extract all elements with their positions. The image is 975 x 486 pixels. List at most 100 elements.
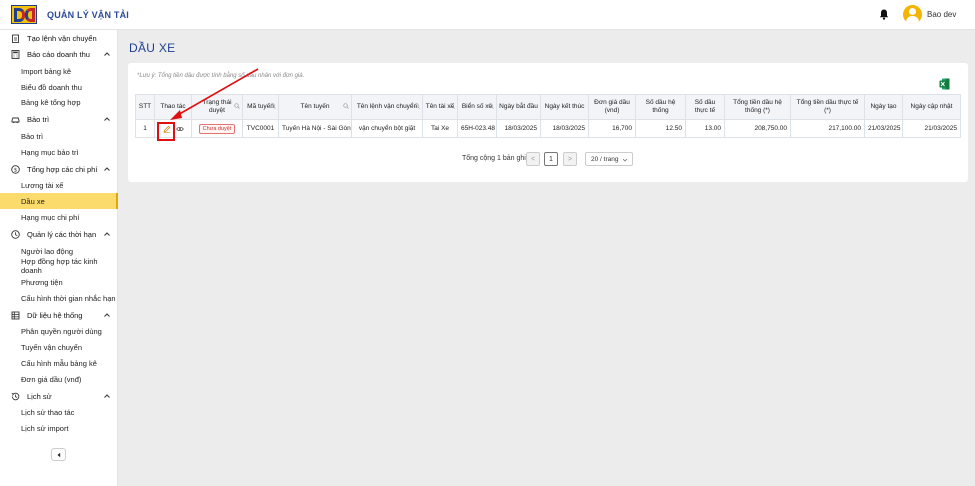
col-header-ngay-bat-dau: Ngày bắt đầu xyxy=(496,94,541,120)
sidebar-collapse-button[interactable] xyxy=(51,448,66,461)
chevron-up-icon xyxy=(104,117,110,121)
col-header-tong-thuc-te: Tổng tiền dầu thực tế (*) xyxy=(790,94,865,120)
sidebar-section-bao-cao[interactable]: Báo cáo doanh thu xyxy=(0,46,118,62)
caret-left-icon xyxy=(57,452,60,457)
chevron-up-icon xyxy=(104,52,110,56)
chevron-up-icon xyxy=(104,232,110,236)
cell-tai-xe: Tai Xe xyxy=(422,119,458,138)
page-size-select[interactable]: 20 / trang xyxy=(585,152,633,166)
col-header-ten-tuyen: Tên tuyến xyxy=(278,94,352,120)
col-header-ngay-cap-nhat: Ngày cập nhật xyxy=(902,94,961,120)
cell-tong-thuc-te: 217,100.00 xyxy=(790,119,865,138)
sidebar: Tạo lệnh vận chuyển Báo cáo doanh thu Im… xyxy=(0,30,118,486)
content-card: *Lưu ý: Tổng tiền dầu được tính bằng số … xyxy=(128,63,968,182)
cell-tong-he-thong: 208,750.00 xyxy=(724,119,791,138)
database-icon xyxy=(11,311,20,320)
cell-status: Chưa duyệt xyxy=(191,119,243,138)
sidebar-item-cau-hinh-nhac-han[interactable]: Cấu hình thời gian nhắc hạn xyxy=(0,290,118,306)
cell-ngay-tao: 21/03/2025 xyxy=(864,119,903,138)
chevron-up-icon xyxy=(104,313,110,317)
sidebar-item-phan-quyen[interactable]: Phân quyền người dùng xyxy=(0,323,118,339)
user-avatar-icon[interactable] xyxy=(903,5,922,24)
sidebar-section-du-lieu[interactable]: Dữ liệu hệ thống xyxy=(0,307,118,323)
sidebar-item-lich-su-thao-tac[interactable]: Lịch sử thao tác xyxy=(0,404,118,420)
sidebar-item-bao-tri[interactable]: Bảo trì xyxy=(0,128,118,144)
col-header-tong-he-thong: Tổng tiền dầu hệ thống (*) xyxy=(724,94,791,120)
search-icon[interactable] xyxy=(234,103,240,109)
sidebar-item-hang-muc-chi-phi[interactable]: Hạng mục chi phí xyxy=(0,209,118,225)
prev-page-button[interactable]: < xyxy=(526,152,540,166)
sidebar-item-hop-dong[interactable]: Hợp đồng hợp tác kinh doanh xyxy=(0,257,118,275)
col-header-tai-xe: Tên tài xế xyxy=(422,94,458,120)
sidebar-item-bang-ke-tong-hop[interactable]: Bảng kê tổng hợp xyxy=(0,94,118,110)
sidebar-section-lich-su[interactable]: Lịch sử xyxy=(0,388,118,404)
col-header-stt: STT xyxy=(135,94,155,120)
sidebar-section-thoi-han[interactable]: Quản lý các thời hạn xyxy=(0,226,118,242)
app-title: QUẢN LÝ VẬN TẢI xyxy=(47,10,130,20)
sidebar-item-lich-su-import[interactable]: Lịch sử import xyxy=(0,420,118,436)
col-header-so-dau-thuc-te: Số dầu thực tế xyxy=(685,94,725,120)
col-header-bien-so: Biển số xe xyxy=(457,94,497,120)
sidebar-item-don-gia-dau[interactable]: Đơn giá dầu (vnđ) xyxy=(0,371,118,387)
cell-ngay-ket-thuc: 18/03/2025 xyxy=(540,119,589,138)
col-header-thao-tac: Thao tác xyxy=(154,94,192,120)
eye-icon[interactable] xyxy=(175,125,184,133)
search-icon[interactable] xyxy=(343,103,349,109)
col-header-so-dau-he-thong: Số dầu hệ thống xyxy=(635,94,686,120)
sidebar-item-cau-hinh-mau[interactable]: Cấu hình mẫu bảng kê xyxy=(0,355,118,371)
table-row: 1 Chưa duyệt TVC0001 Tuyến Hà Nội - Sài … xyxy=(135,119,961,138)
search-icon[interactable] xyxy=(414,103,420,109)
app-logo[interactable] xyxy=(11,5,37,24)
excel-export-icon[interactable] xyxy=(939,78,950,90)
table-header-row: STT Thao tác Trạng thái duyệt Mã tuyến T… xyxy=(135,94,961,120)
status-badge: Chưa duyệt xyxy=(198,123,236,134)
cell-don-gia: 16,700 xyxy=(588,119,636,138)
bell-icon[interactable] xyxy=(879,9,889,20)
search-icon[interactable] xyxy=(488,103,494,109)
col-header-trang-thai: Trạng thái duyệt xyxy=(191,94,243,120)
clock-icon xyxy=(11,229,20,239)
username[interactable]: Bao dev xyxy=(927,10,956,19)
cell-so-dau-thuc-te: 13.00 xyxy=(685,119,725,138)
cell-ma-tuyen: TVC0001 xyxy=(242,119,279,138)
col-header-ten-lenh: Tên lệnh vận chuyển xyxy=(351,94,423,120)
sidebar-item-import-bang-ke[interactable]: Import bảng kê xyxy=(0,63,118,79)
col-header-ngay-ket-thuc: Ngày kết thúc xyxy=(540,94,589,120)
chevron-left-icon: < xyxy=(530,155,536,163)
sidebar-section-tao-lenh[interactable]: Tạo lệnh vận chuyển xyxy=(0,30,118,46)
sidebar-item-bieu-do-doanh-thu[interactable]: Biểu đồ doanh thu xyxy=(0,79,118,95)
sidebar-item-tuyen-van-chuyen[interactable]: Tuyến vận chuyển xyxy=(0,339,118,355)
chevron-right-icon: > xyxy=(567,155,573,163)
cell-ten-lenh: vận chuyển bột giặt xyxy=(351,119,423,138)
next-page-button[interactable]: > xyxy=(563,152,577,166)
history-icon xyxy=(11,392,20,401)
sidebar-item-hang-muc-bao-tri[interactable]: Hạng mục bảo trì xyxy=(0,144,118,160)
cell-so-dau-he-thong: 12.50 xyxy=(635,119,686,138)
page-title: DẦU XE xyxy=(129,41,176,55)
dau-xe-table: STT Thao tác Trạng thái duyệt Mã tuyến T… xyxy=(135,94,961,138)
chevron-up-icon xyxy=(104,167,110,171)
search-icon[interactable] xyxy=(449,103,455,109)
col-header-don-gia: Đơn giá dầu (vnd) xyxy=(588,94,636,120)
sidebar-section-chi-phi[interactable]: $ Tổng hợp các chi phí xyxy=(0,161,118,177)
cell-actions xyxy=(154,119,192,138)
cell-ngay-bat-dau: 18/03/2025 xyxy=(496,119,541,138)
cell-ten-tuyen: Tuyến Hà Nội - Sài Gòn xyxy=(278,119,352,138)
edit-icon[interactable] xyxy=(162,125,171,133)
car-icon xyxy=(11,115,20,124)
col-header-ngay-tao: Ngày tạo xyxy=(864,94,903,120)
pagination: Tổng cộng 1 bản ghi < 1 > 20 / trang xyxy=(128,152,968,166)
chevron-down-icon xyxy=(622,158,628,162)
sidebar-item-luong-tai-xe[interactable]: Lương tài xế xyxy=(0,177,118,193)
sidebar-item-dau-xe[interactable]: Dầu xe xyxy=(0,193,118,209)
page-1-button[interactable]: 1 xyxy=(544,152,558,166)
dollar-icon: $ xyxy=(11,164,20,174)
svg-text:$: $ xyxy=(14,167,18,173)
calculator-icon xyxy=(11,49,20,59)
cell-ngay-cap-nhat: 21/03/2025 xyxy=(902,119,961,138)
sidebar-item-phuong-tien[interactable]: Phương tiện xyxy=(0,274,118,290)
search-icon[interactable] xyxy=(270,103,276,109)
sidebar-section-bao-tri[interactable]: Bảo trì xyxy=(0,111,118,127)
pagination-total: Tổng cộng 1 bản ghi xyxy=(462,155,526,162)
cell-bien-so: 65H-023.48 xyxy=(457,119,497,138)
